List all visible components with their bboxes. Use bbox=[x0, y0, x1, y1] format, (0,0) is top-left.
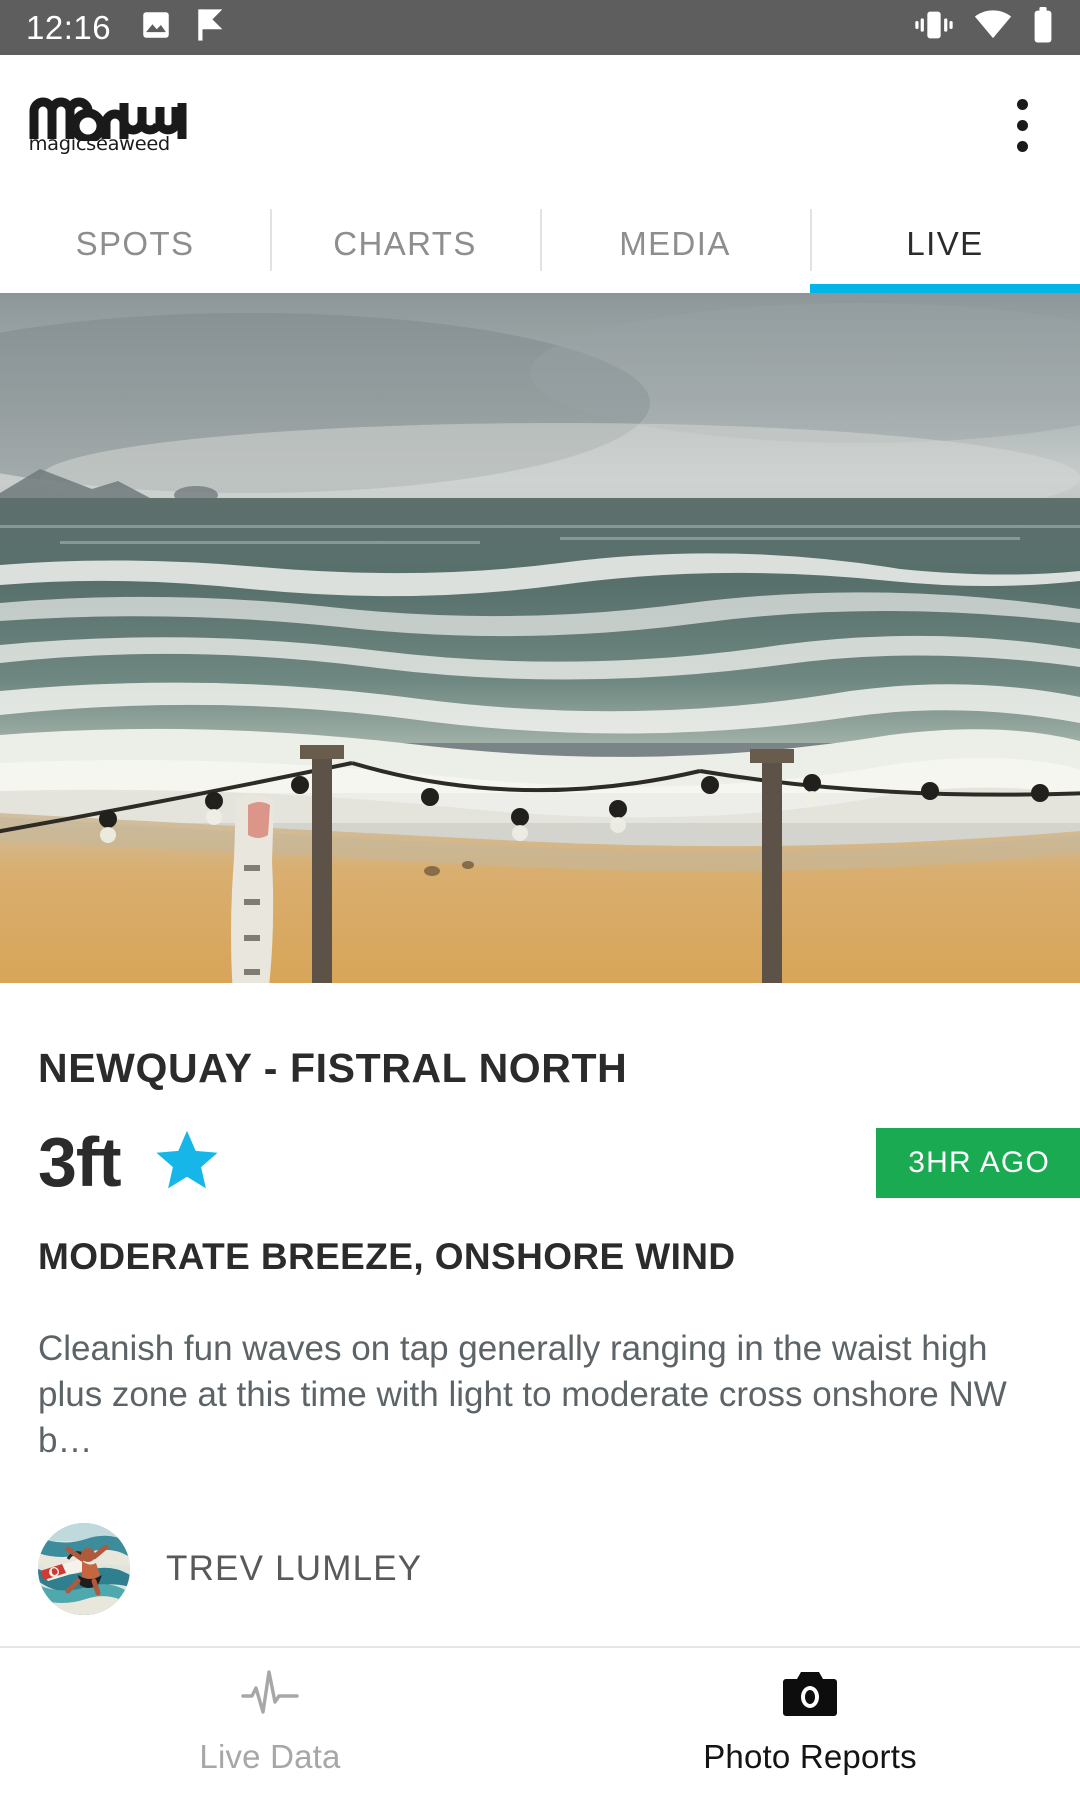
status-bar: 12:16 bbox=[0, 0, 1080, 55]
overflow-dot bbox=[1016, 119, 1028, 131]
tab-active-indicator bbox=[810, 284, 1080, 293]
app-bar: magicseaweed bbox=[0, 55, 1080, 195]
status-bar-system-icons bbox=[914, 7, 1054, 48]
app-root: 12:16 magicseaweed SPOTS CHARTS MEDIA LI… bbox=[0, 0, 1080, 1794]
nav-item-live-data[interactable]: Live Data bbox=[0, 1648, 540, 1794]
overflow-dot bbox=[1016, 98, 1028, 110]
nav-item-label: Live Data bbox=[199, 1738, 341, 1775]
star-icon bbox=[149, 1126, 225, 1198]
page-title: NEWQUAY - FISTRAL NORTH bbox=[38, 1045, 628, 1091]
msw-logo-subtitle: magicseaweed bbox=[28, 133, 171, 155]
wave-height-row: 3ft 3HR AGO bbox=[38, 1116, 1080, 1208]
tab-bar: SPOTS CHARTS MEDIA LIVE bbox=[0, 195, 1080, 293]
report-content: NEWQUAY - FISTRAL NORTH 3ft 3HR AGO MODE… bbox=[0, 983, 1080, 1615]
msw-logo[interactable]: magicseaweed bbox=[28, 93, 203, 157]
report-author[interactable]: TREV LUMLEY bbox=[38, 1522, 1042, 1615]
tab-live[interactable]: LIVE bbox=[810, 195, 1080, 293]
report-description: Cleanish fun waves on tap generally rang… bbox=[38, 1329, 1007, 1461]
tab-label: SPOTS bbox=[75, 225, 195, 262]
overflow-dot bbox=[1016, 140, 1028, 152]
tab-label: MEDIA bbox=[619, 225, 731, 262]
tab-label: LIVE bbox=[906, 225, 984, 262]
surfer-avatar bbox=[38, 1522, 130, 1615]
avatar bbox=[38, 1522, 130, 1615]
vibrate-icon bbox=[914, 8, 954, 47]
status-badge: 3HR AGO bbox=[876, 1128, 1080, 1198]
overflow-menu-icon[interactable] bbox=[992, 80, 1052, 170]
nav-item-label: Photo Reports bbox=[703, 1738, 917, 1775]
nav-item-photo-reports[interactable]: Photo Reports bbox=[540, 1648, 1080, 1794]
tab-label: CHARTS bbox=[333, 225, 477, 262]
image-icon bbox=[139, 8, 173, 47]
tab-spots[interactable]: SPOTS bbox=[0, 195, 270, 293]
pulse-icon bbox=[239, 1666, 301, 1722]
tab-charts[interactable]: CHARTS bbox=[270, 195, 540, 293]
wave-height-value: 3ft bbox=[38, 1123, 122, 1201]
bottom-navigation: Live Data Photo Reports bbox=[0, 1646, 1080, 1794]
author-name: TREV LUMLEY bbox=[166, 1548, 423, 1588]
webcam-scene bbox=[0, 293, 1080, 983]
webcam-image[interactable] bbox=[0, 293, 1080, 983]
status-bar-notification-icons bbox=[139, 8, 227, 47]
tab-media[interactable]: MEDIA bbox=[540, 195, 810, 293]
flag-check-icon bbox=[195, 8, 227, 47]
status-bar-clock: 12:16 bbox=[26, 9, 112, 46]
conditions-summary: MODERATE BREEZE, ONSHORE WIND bbox=[38, 1236, 736, 1277]
battery-icon bbox=[1032, 7, 1054, 48]
camera-icon bbox=[780, 1666, 840, 1722]
wifi-icon bbox=[974, 10, 1012, 45]
